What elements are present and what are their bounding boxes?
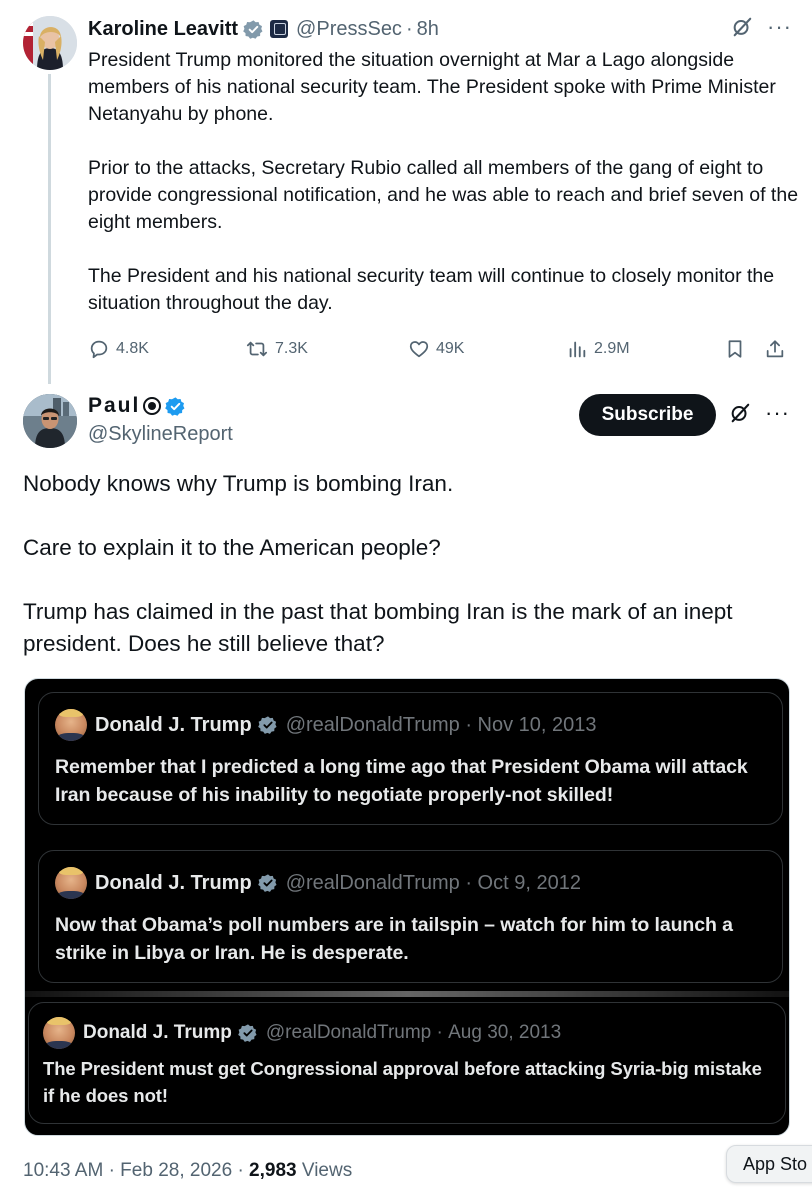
embedded-avatar — [55, 709, 87, 741]
header-icons: ··· — [731, 16, 792, 38]
embedded-handle: @realDonaldTrump — [265, 1022, 432, 1043]
main-tweet-text: Nobody knows why Trump is bombing Iran. … — [23, 471, 733, 656]
separator-dot: · — [237, 1160, 250, 1181]
main-author-name-row[interactable]: Paul — [88, 394, 186, 418]
tweet-media-image[interactable]: Donald J. Trump @realDonaldTrump · Nov 1… — [24, 678, 790, 1136]
embedded-tweet-card: Donald J. Trump @realDonaldTrump · Nov 1… — [38, 692, 783, 825]
views-button[interactable]: 2.9M — [566, 334, 630, 364]
tweet-timestamp[interactable]: 8h — [417, 18, 439, 41]
repost-icon — [246, 341, 268, 357]
tweet-footer-meta: 10:43 AM · Feb 28, 2026 · 2,983 Views — [23, 1160, 352, 1182]
author-name: Paul — [88, 394, 141, 417]
embedded-handle: @realDonaldTrump — [285, 871, 460, 894]
embedded-tweet-text: The President must get Congressional app… — [43, 1058, 762, 1106]
like-count: 49K — [436, 340, 465, 357]
avatar-image — [23, 394, 77, 448]
subscribe-button[interactable]: Subscribe — [579, 394, 716, 436]
more-options-icon[interactable]: ··· — [767, 16, 792, 38]
embedded-author-name: Donald J. Trump — [83, 1022, 232, 1043]
embedded-tweet-header: Donald J. Trump @realDonaldTrump · Oct 9… — [55, 867, 581, 899]
separator-dot: · — [108, 1160, 121, 1181]
embedded-tweet-text: Now that Obama’s poll numbers are in tai… — [55, 914, 733, 964]
embedded-author-name: Donald J. Trump — [95, 713, 252, 736]
embedded-tweet-card: Donald J. Trump @realDonaldTrump · Aug 3… — [28, 1002, 786, 1124]
embedded-tweet-header: Donald J. Trump @realDonaldTrump · Nov 1… — [55, 709, 597, 741]
verified-badge-gray-icon — [243, 19, 263, 39]
footer-time[interactable]: 10:43 AM — [23, 1160, 103, 1181]
bookmark-button[interactable] — [724, 334, 746, 364]
grok-icon[interactable] — [729, 402, 751, 424]
avatar-image — [23, 16, 77, 70]
image-divider — [25, 991, 789, 997]
embedded-tweet-card: Donald J. Trump @realDonaldTrump · Oct 9… — [38, 850, 783, 983]
analytics-bars-icon — [569, 341, 586, 358]
avatar-paul[interactable] — [23, 394, 77, 448]
heart-icon — [409, 341, 429, 358]
reply-count: 4.8K — [116, 340, 149, 357]
author-handle[interactable]: @SkylineReport — [88, 423, 233, 446]
share-button[interactable] — [764, 334, 786, 364]
verified-badge-gray-icon — [257, 874, 277, 892]
footer-date[interactable]: Feb 28, 2026 — [120, 1160, 232, 1181]
tweet-action-bar: 4.8K 7.3K 49K 2.9M — [88, 334, 794, 364]
views-count: 2.9M — [594, 340, 630, 357]
government-affiliation-icon — [270, 20, 289, 38]
reply-button[interactable]: 4.8K — [88, 334, 149, 364]
repost-count: 7.3K — [275, 340, 308, 357]
embedded-tweet-header: Donald J. Trump @realDonaldTrump · Aug 3… — [43, 1017, 561, 1049]
separator-dot: · — [405, 17, 413, 40]
parent-tweet-text: President Trump monitored the situation … — [88, 49, 799, 314]
bookmark-icon — [728, 340, 742, 358]
like-button[interactable]: 49K — [408, 334, 464, 364]
reply-icon — [90, 340, 108, 359]
verified-badge-icon — [165, 396, 185, 416]
separator-dot: · — [431, 1022, 449, 1043]
more-options-icon[interactable]: ··· — [765, 402, 790, 424]
separator-dot: · — [459, 713, 478, 736]
footer-views-count: 2,983 — [249, 1160, 297, 1181]
embedded-date: Aug 30, 2013 — [448, 1022, 562, 1043]
embedded-handle: @realDonaldTrump — [285, 713, 460, 736]
circle-emoji-icon — [143, 397, 162, 415]
main-header-icons: ··· — [729, 402, 790, 424]
embedded-avatar — [55, 867, 87, 899]
embedded-author-name: Donald J. Trump — [95, 871, 252, 894]
embedded-avatar — [43, 1017, 75, 1049]
thread-connector-line — [48, 74, 51, 384]
avatar-karoline-leavitt[interactable] — [23, 16, 77, 70]
verified-badge-gray-icon — [238, 1024, 257, 1042]
embedded-date: Oct 9, 2012 — [477, 871, 581, 894]
parent-tweet-header: Karoline Leavitt @PressSec · 8h ··· — [88, 14, 792, 44]
grok-icon[interactable] — [731, 16, 753, 38]
separator-dot: · — [459, 871, 478, 894]
share-icon — [766, 340, 784, 358]
embedded-tweet-text: Remember that I predicted a long time ag… — [55, 756, 748, 806]
author-name[interactable]: Karoline Leavitt — [88, 18, 238, 41]
author-handle[interactable]: @PressSec — [296, 18, 402, 41]
app-store-button[interactable]: App Sto — [726, 1145, 812, 1183]
embedded-date: Nov 10, 2013 — [477, 713, 597, 736]
repost-button[interactable]: 7.3K — [245, 334, 308, 364]
footer-views-label: Views — [301, 1160, 353, 1181]
verified-badge-gray-icon — [257, 716, 277, 734]
